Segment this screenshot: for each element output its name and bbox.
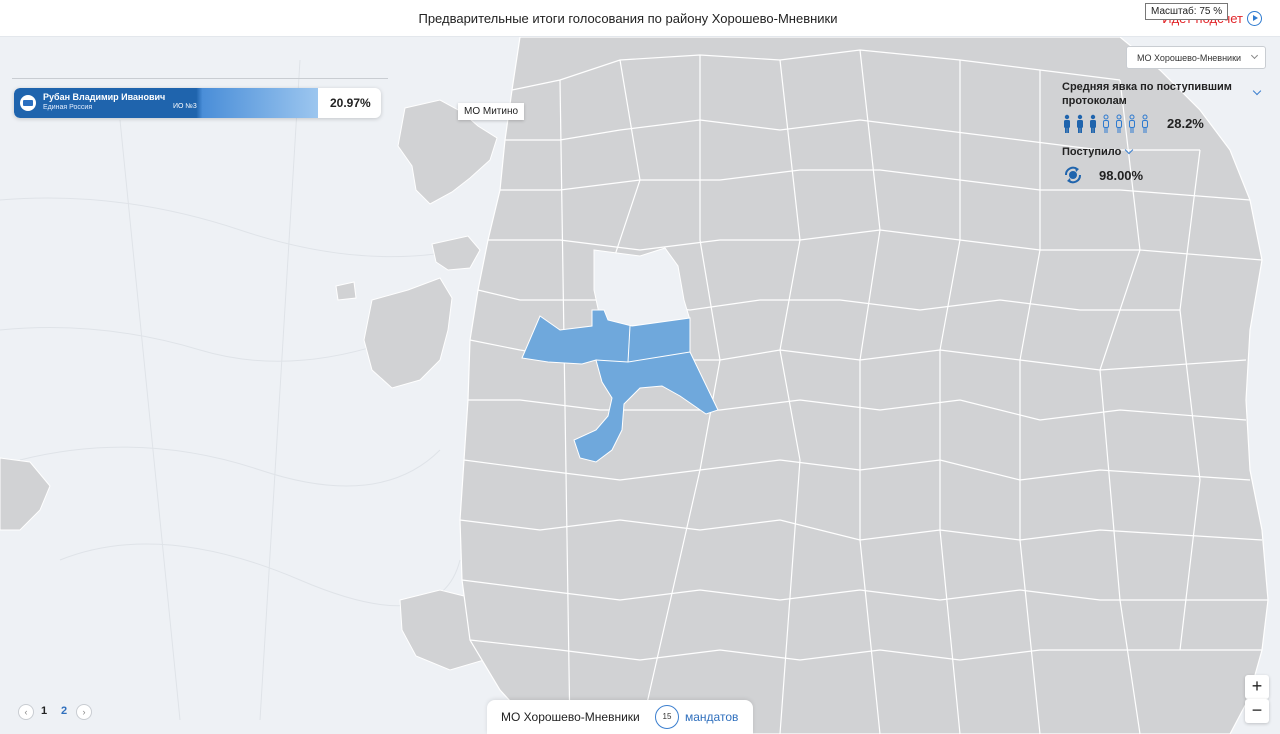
received-label: Поступило <box>1062 146 1122 158</box>
district-select[interactable]: МО Хорошево-Мневники <box>1126 46 1266 69</box>
page-title: Предварительные итоги голосования по рай… <box>418 11 838 26</box>
district-select-value: МО Хорошево-Мневники <box>1137 53 1242 63</box>
candidate-name: Рубан Владимир Иванович <box>43 92 166 102</box>
zoom-in-button[interactable]: + <box>1245 675 1269 699</box>
sync-icon <box>1062 164 1084 186</box>
mandates-count: 15 <box>655 705 679 729</box>
people-icons <box>1064 114 1148 133</box>
party-logo-icon <box>20 95 36 111</box>
bottom-district-name: МО Хорошево-Мневники <box>501 710 640 724</box>
map-label-mitino[interactable]: МО Митино <box>458 103 525 120</box>
turnout-label: Средняя явка по поступившим протоколам <box>1062 81 1232 107</box>
divider <box>12 78 388 79</box>
scale-tooltip: Масштаб: 75 % <box>1145 3 1229 20</box>
chevron-right-icon[interactable]: › <box>76 704 92 720</box>
zoom-out-button[interactable]: − <box>1245 699 1269 723</box>
candidate-party: Единая Россия <box>43 104 93 111</box>
bottom-district-bar: МО Хорошево-Мневники 15 мандатов <box>487 700 753 734</box>
map-region <box>0 457 51 531</box>
received-value: 98.00% <box>1099 168 1144 183</box>
map-area[interactable]: МО Митино <box>0 37 1280 734</box>
page-2[interactable]: 2 <box>61 705 67 717</box>
moscow-city-area <box>459 37 1269 734</box>
candidate-card[interactable]: Рубан Владимир Иванович Единая Россия ИО… <box>14 88 381 118</box>
page-1[interactable]: 1 <box>41 705 47 717</box>
chevron-left-icon[interactable]: ‹ <box>18 704 34 720</box>
turnout-people-icon <box>1062 114 1158 134</box>
turnout-value: 28.2% <box>1167 116 1204 131</box>
map-region <box>431 235 481 271</box>
mandates-link[interactable]: мандатов <box>685 710 738 724</box>
candidate-district: ИО №3 <box>173 103 197 110</box>
header-bar: Предварительные итоги голосования по рай… <box>0 0 1280 37</box>
map-region <box>363 277 453 389</box>
play-icon[interactable] <box>1247 11 1262 26</box>
chevron-down-icon <box>1250 51 1259 60</box>
map-region <box>335 281 357 301</box>
district-map[interactable] <box>0 37 1280 734</box>
candidate-percent: 20.97% <box>330 96 371 110</box>
